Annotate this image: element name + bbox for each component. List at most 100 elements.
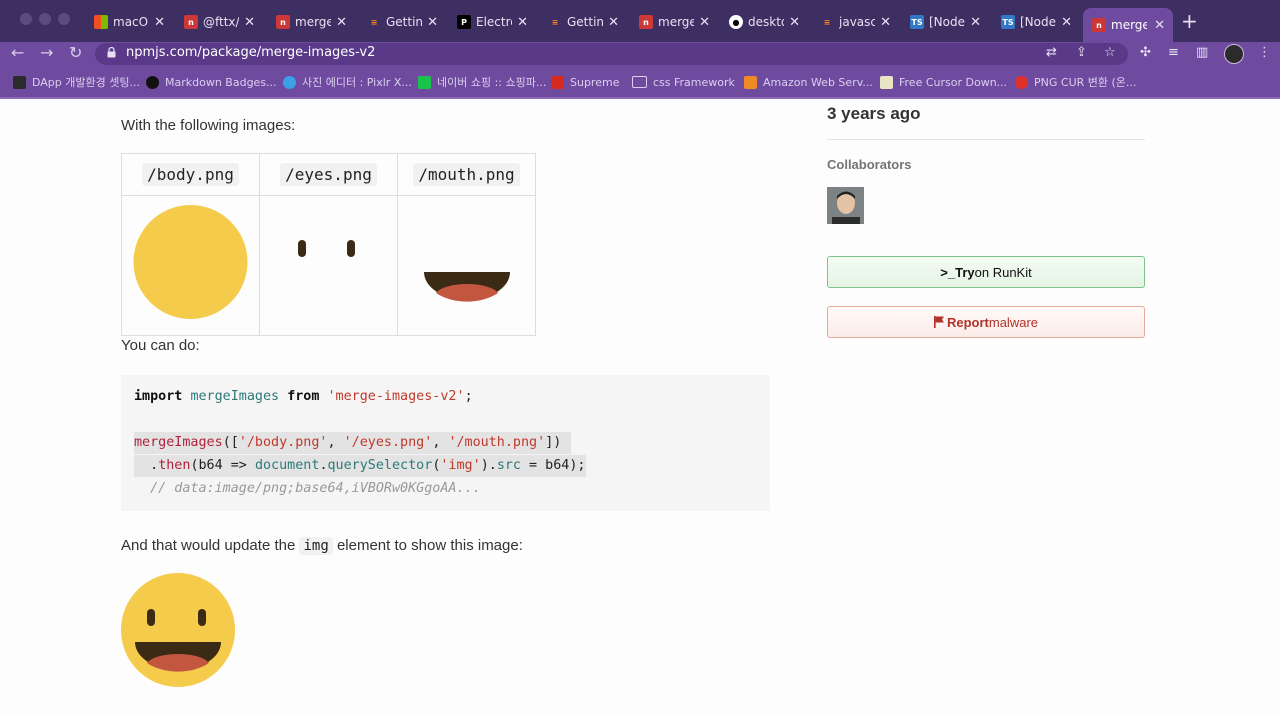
tab-title: merge xyxy=(295,15,331,29)
mouth-image xyxy=(424,272,510,302)
bookmark-item[interactable]: 사진 에디터 : Pixlr X... xyxy=(283,74,412,90)
close-tab-icon[interactable]: ✕ xyxy=(517,15,528,30)
bookmark-star-icon[interactable]: ☆ xyxy=(1104,45,1116,60)
close-tab-icon[interactable]: ✕ xyxy=(427,15,438,30)
close-tab-icon[interactable]: ✕ xyxy=(789,15,800,30)
code-line-call: mergeImages(['/body.png', '/eyes.png', '… xyxy=(134,432,572,454)
tab[interactable]: TS [Node. ✕ xyxy=(992,8,1080,36)
tab-title: javascr xyxy=(839,15,875,29)
npm-icon: n xyxy=(184,15,198,29)
inline-code: img xyxy=(299,537,333,555)
code-line-import: import mergeImages from 'merge-images-v2… xyxy=(134,389,473,404)
new-tab-icon[interactable]: + xyxy=(1181,10,1198,32)
bookmark-item[interactable]: Free Cursor Down... xyxy=(880,74,1007,90)
images-table: /body.png /eyes.png /mouth.png xyxy=(121,153,536,336)
tab[interactable]: ≡ Getting ✕ xyxy=(539,8,627,36)
share-icon[interactable]: ⇪ xyxy=(1076,45,1087,60)
close-tab-icon[interactable]: ✕ xyxy=(336,15,347,30)
folder-icon xyxy=(632,76,647,88)
bookmark-favicon-icon xyxy=(551,75,564,89)
tab-title: [Node. xyxy=(1020,15,1056,29)
reading-list-icon[interactable]: ≡ xyxy=(1168,45,1179,60)
tab-title: Getting xyxy=(386,15,422,29)
bookmark-item[interactable]: PNG CUR 변환 (온... xyxy=(1015,74,1136,90)
close-tab-icon[interactable]: ✕ xyxy=(970,15,981,30)
translate-icon[interactable]: ⇄ xyxy=(1046,45,1057,60)
github-icon: ● xyxy=(729,15,743,29)
url-text[interactable]: npmjs.com/package/merge-images-v2 xyxy=(126,45,375,60)
tab-title: deskto xyxy=(748,15,784,29)
runkit-prompt-icon: >_ xyxy=(940,264,956,280)
bookmark-item[interactable]: DApp 개발환경 셋팅... xyxy=(13,74,140,90)
table-header: /eyes.png xyxy=(259,153,398,196)
bookmark-favicon-icon xyxy=(146,75,159,89)
report-malware-button[interactable]: Report malware xyxy=(827,306,1145,338)
npm-icon: n xyxy=(639,15,653,29)
windows-logo-icon xyxy=(94,15,108,29)
stackoverflow-icon: ≡ xyxy=(370,17,378,27)
tab-title: macOS xyxy=(113,15,149,29)
eyes-image xyxy=(298,240,355,257)
menu-icon[interactable]: ⋮ xyxy=(1258,45,1271,60)
try-on-runkit-button[interactable]: >_ Try on RunKit xyxy=(827,256,1145,288)
bookmark-favicon-icon xyxy=(418,75,431,89)
tab[interactable]: n merge ✕ xyxy=(267,8,355,36)
window-zoom-button[interactable] xyxy=(58,13,70,25)
bookmark-item[interactable]: Supreme xyxy=(551,74,619,90)
tab[interactable]: ● deskto ✕ xyxy=(720,8,808,36)
code-line-then: .then(b64 => document.querySelector('img… xyxy=(134,455,586,477)
merged-smiley-image xyxy=(121,573,235,687)
bookmark-item[interactable]: Markdown Badges... xyxy=(146,74,277,90)
close-tab-icon[interactable]: ✕ xyxy=(154,15,165,30)
tab[interactable]: ≡ Getting ✕ xyxy=(358,8,446,36)
window-close-button[interactable] xyxy=(20,13,32,25)
bookmark-item[interactable]: css Framework xyxy=(632,74,735,90)
tab[interactable]: n merge ✕ xyxy=(630,8,718,36)
bookmark-favicon-icon xyxy=(283,75,296,89)
forward-icon[interactable]: → xyxy=(40,44,53,62)
last-publish-date: 3 years ago xyxy=(827,104,921,123)
tab[interactable]: ≡ javascr ✕ xyxy=(811,8,899,36)
close-tab-icon[interactable]: ✕ xyxy=(1061,15,1072,30)
side-panel-icon[interactable]: ▥ xyxy=(1196,45,1208,60)
extensions-icon[interactable]: ✣ xyxy=(1140,45,1151,60)
close-tab-icon[interactable]: ✕ xyxy=(880,15,891,30)
you-can-do-text: You can do: xyxy=(121,337,200,354)
collaborator-avatar[interactable] xyxy=(827,187,864,224)
result-text: And that would update the img element to… xyxy=(121,537,523,555)
npm-icon: n xyxy=(1092,18,1106,32)
tab-title: Getting xyxy=(567,15,603,29)
sidebar-divider xyxy=(827,139,1145,140)
close-tab-icon[interactable]: ✕ xyxy=(608,15,619,30)
tab-active[interactable]: n merge ✕ xyxy=(1083,8,1173,42)
bookmark-item[interactable]: Amazon Web Serv... xyxy=(744,74,873,90)
tab[interactable]: TS [Node. ✕ xyxy=(901,8,989,36)
profile-avatar[interactable] xyxy=(1224,44,1244,64)
close-tab-icon[interactable]: ✕ xyxy=(1154,18,1165,33)
bookmark-item[interactable]: 네이버 쇼핑 :: 쇼핑파... xyxy=(418,74,546,90)
intro-text: With the following images: xyxy=(121,117,296,134)
reload-icon[interactable]: ↻ xyxy=(69,44,82,62)
stackoverflow-icon: ≡ xyxy=(823,17,831,27)
tab-title: merge xyxy=(1111,18,1147,32)
npm-icon: n xyxy=(276,15,290,29)
close-tab-icon[interactable]: ✕ xyxy=(699,15,710,30)
window-minimize-button[interactable] xyxy=(39,13,51,25)
tab-title: Electro xyxy=(476,15,512,29)
tab[interactable]: P Electro ✕ xyxy=(448,8,536,36)
mouth-image-cell xyxy=(397,195,536,336)
typescript-icon: TS xyxy=(1001,15,1015,29)
table-header: /mouth.png xyxy=(397,153,536,196)
body-image xyxy=(133,205,248,319)
person-avatar-icon xyxy=(827,187,864,224)
back-icon[interactable]: ← xyxy=(11,44,24,62)
collaborators-heading: Collaborators xyxy=(827,157,912,172)
tab-title: @fttx/r xyxy=(203,15,239,29)
bookmark-favicon-icon xyxy=(13,75,26,89)
tab[interactable]: macOS ✕ xyxy=(85,8,173,36)
tab[interactable]: n @fttx/r ✕ xyxy=(175,8,263,36)
p-logo-icon: P xyxy=(457,15,471,29)
close-tab-icon[interactable]: ✕ xyxy=(244,15,255,30)
bookmark-favicon-icon xyxy=(744,75,757,89)
eyes-image-cell xyxy=(259,195,398,336)
